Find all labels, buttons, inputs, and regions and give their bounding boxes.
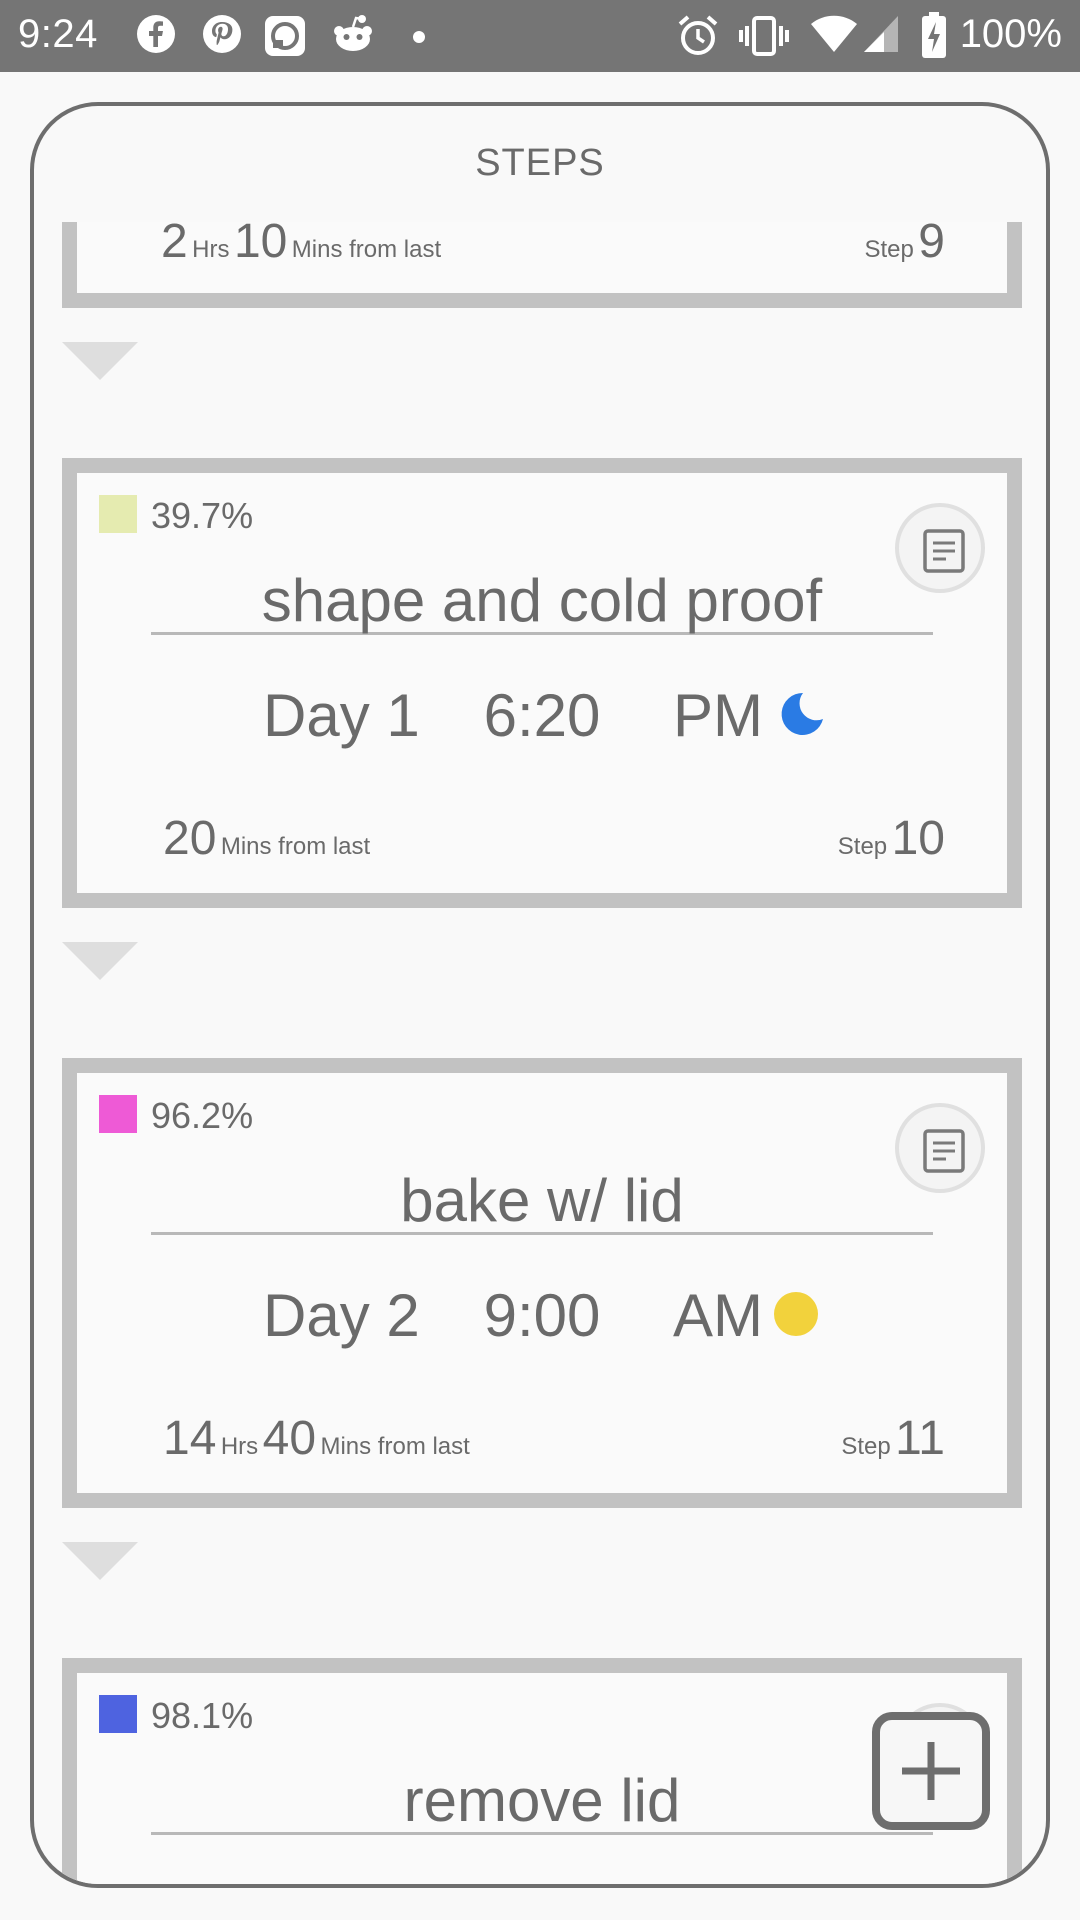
add-step-button[interactable] (872, 1712, 990, 1830)
from-last-label: Mins from last (291, 236, 442, 263)
dot-icon (413, 31, 425, 43)
gap-row: 14 Hrs 40 Mins from last Step 11 (77, 1411, 1007, 1467)
percent-label: 96.2% (151, 1095, 254, 1136)
step-number: 11 (895, 1412, 945, 1465)
plus-icon (902, 1742, 960, 1800)
step-number: 9 (918, 222, 945, 268)
step-number: 10 (891, 812, 945, 865)
step-label: Step (864, 236, 914, 263)
gap-row: 20 Mins from last Step 10 (77, 811, 1007, 867)
arrow-down-icon (62, 342, 138, 380)
gap-minutes: 10 (233, 222, 288, 268)
status-time: 9:24 (18, 12, 98, 56)
color-swatch (99, 495, 137, 533)
vibrate-icon (739, 16, 789, 56)
arrow-down-icon (62, 942, 138, 980)
facebook-icon (137, 15, 175, 53)
step-label: Step (841, 1433, 891, 1460)
hours-unit: Hrs (220, 1433, 259, 1460)
wifi-icon (811, 15, 857, 52)
notes-icon (923, 529, 965, 573)
step-name[interactable]: bake w/ lid (151, 1169, 933, 1235)
step-ampm: AM (673, 1282, 763, 1349)
notes-icon (923, 1129, 965, 1173)
step-clock: 6:20 (483, 682, 601, 749)
step-card[interactable]: 2 Hrs 10 Mins from last Step 9 (62, 222, 1022, 308)
from-last-label: Mins from last (220, 833, 371, 860)
step-label: Step (837, 833, 888, 860)
battery-charging-icon (922, 12, 946, 58)
step-name[interactable]: shape and cold proof (151, 569, 933, 635)
color-swatch (99, 1095, 137, 1133)
gap-hours: 2 (161, 222, 188, 268)
signal-icon (864, 16, 898, 52)
color-swatch (99, 1695, 137, 1733)
status-bar: 9:24 100% (0, 0, 1080, 72)
gap-minutes: 20 (163, 812, 217, 865)
reddit-icon (334, 15, 372, 51)
percent-label: 98.1% (151, 1695, 254, 1736)
alarm-icon (678, 15, 718, 55)
step-time[interactable]: Day 1 6:20 PM (77, 681, 1007, 751)
app-square-icon (265, 16, 305, 56)
steps-panel: STEPS 2 Hrs 10 Mins from last Step 9 39. (30, 102, 1050, 1888)
step-clock: 9:00 (483, 1282, 601, 1349)
pinterest-icon (203, 15, 241, 53)
battery-percent: 100% (959, 12, 1062, 56)
hours-unit: Hrs (192, 236, 230, 263)
moon-icon (781, 692, 823, 735)
step-card[interactable]: 39.7% shape and cold proof Day 1 6:20 PM… (62, 458, 1022, 908)
steps-list[interactable]: 2 Hrs 10 Mins from last Step 9 39.7% sha… (34, 222, 1046, 1884)
percent-label: 39.7% (151, 495, 254, 536)
gap-hours: 14 (163, 1412, 217, 1465)
step-card[interactable]: 96.2% bake w/ lid Day 2 9:00 AM 14 Hrs 4… (62, 1058, 1022, 1508)
panel-title: STEPS (475, 142, 605, 184)
sun-icon (774, 1292, 818, 1336)
gap-minutes: 40 (262, 1412, 317, 1465)
step-ampm: PM (673, 682, 763, 749)
step-name[interactable]: remove lid (151, 1769, 933, 1835)
arrow-down-icon (62, 1542, 138, 1580)
step-time[interactable]: Day 2 9:00 AM (77, 1281, 1007, 1351)
gap-row: 2 Hrs 10 Mins from last Step 9 (77, 222, 1007, 270)
from-last-label: Mins from last (320, 1433, 470, 1460)
